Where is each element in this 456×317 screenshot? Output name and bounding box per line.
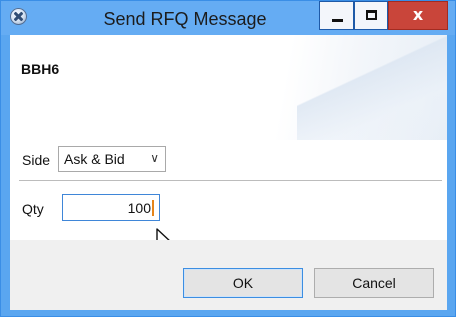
title-bar[interactable]: Send RFQ Message x <box>1 1 455 35</box>
dialog-content: BBH6 Side Ask & Bid ∨ Qty 100 OK Cancel <box>10 35 447 310</box>
maximize-button[interactable] <box>354 1 388 30</box>
side-selected-value: Ask & Bid <box>64 151 125 167</box>
qty-input[interactable]: 100 <box>62 194 160 221</box>
side-select[interactable]: Ask & Bid ∨ <box>58 146 166 172</box>
cancel-button[interactable]: Cancel <box>314 268 434 298</box>
dialog-window: Send RFQ Message x BBH6 Side Ask & Bid ∨… <box>0 0 456 317</box>
chevron-down-icon: ∨ <box>150 151 159 165</box>
divider <box>19 180 442 181</box>
side-label: Side <box>22 152 51 168</box>
text-caret <box>152 200 154 216</box>
window-title: Send RFQ Message <box>103 9 267 29</box>
header-decoration <box>297 35 447 140</box>
qty-value: 100 <box>127 200 151 216</box>
header-banner: BBH6 <box>10 35 447 140</box>
close-button[interactable]: x <box>388 1 448 30</box>
qty-label: Qty <box>22 201 44 217</box>
button-bar: OK Cancel <box>10 240 447 310</box>
instrument-label: BBH6 <box>21 61 60 77</box>
ok-button[interactable]: OK <box>183 268 303 298</box>
maximize-icon <box>366 10 377 20</box>
minimize-icon <box>332 19 343 22</box>
close-icon: x <box>412 5 424 24</box>
minimize-button[interactable] <box>319 1 354 30</box>
